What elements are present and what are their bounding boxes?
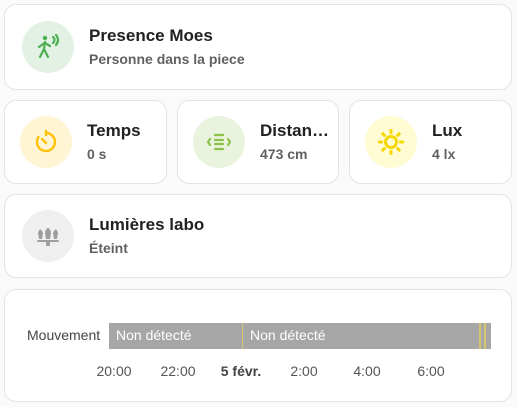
tile-state: Personne dans la piece [89, 51, 245, 67]
sun-icon [365, 116, 417, 168]
history-timeline-bar[interactable]: Non détecté Non détecté [109, 323, 491, 349]
tile-state: 0 s [87, 146, 107, 162]
tile-state: 473 cm [260, 146, 308, 162]
tile-state: 4 lx [432, 146, 456, 162]
time-axis-tick: 2:00 [290, 363, 318, 379]
motion-sensor-icon [22, 21, 74, 73]
history-card: Mouvement Non détecté Non détecté 20:00 … [4, 289, 512, 402]
tile-name: Lux [432, 121, 463, 140]
distance-card[interactable]: Distan… 473 cm [177, 100, 339, 184]
temps-card[interactable]: Temps 0 s [4, 100, 167, 184]
lumieres-labo-card[interactable]: Lumières labo Éteint [4, 194, 512, 278]
time-axis-tick: 5 févr. [220, 363, 262, 379]
tile-state: Éteint [89, 240, 128, 256]
history-segment-label: Non détecté [250, 327, 326, 343]
tile-name: Temps [87, 121, 141, 140]
detected-marker [479, 323, 481, 349]
time-axis-tick: 4:00 [353, 363, 381, 379]
time-axis-tick: 22:00 [160, 363, 196, 379]
lux-card[interactable]: Lux 4 lx [349, 100, 512, 184]
distance-icon [193, 116, 245, 168]
history-segment-label: Non détecté [116, 327, 192, 343]
time-axis-tick: 20:00 [96, 363, 132, 379]
presence-moes-card[interactable]: Presence Moes Personne dans la piece [4, 4, 512, 90]
history-entity-label: Mouvement [27, 327, 101, 343]
time-axis-tick: 6:00 [417, 363, 445, 379]
timer-icon [20, 116, 72, 168]
tile-name: Distan… [260, 121, 329, 140]
tile-name: Presence Moes [89, 26, 213, 45]
segment-divider [242, 323, 243, 349]
tile-name: Lumières labo [89, 215, 205, 234]
ceiling-light-icon[interactable] [22, 210, 74, 262]
detected-marker [484, 323, 486, 349]
